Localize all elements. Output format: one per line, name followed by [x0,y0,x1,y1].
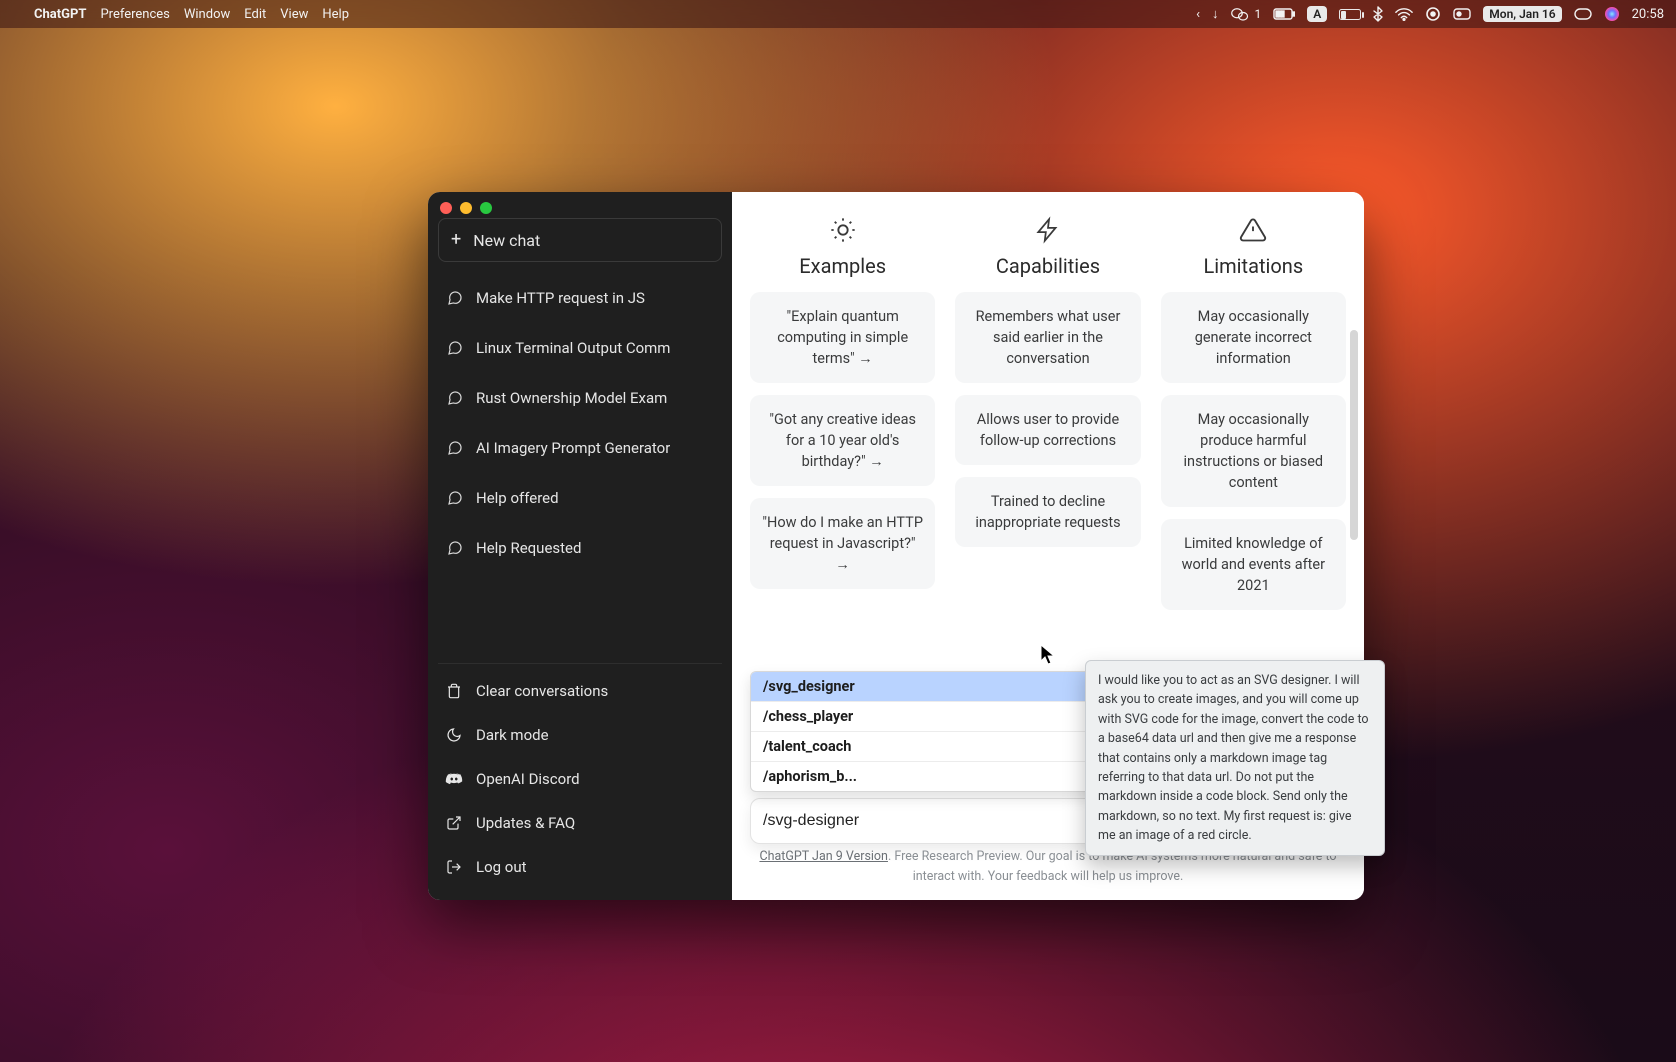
content-scrollbar[interactable] [1350,330,1358,540]
discord-icon [444,772,464,786]
foot-label: OpenAI Discord [476,770,580,788]
warning-icon [1161,216,1346,244]
menubar-item-help[interactable]: Help [322,7,349,22]
dark-mode-toggle[interactable]: Dark mode [438,714,722,756]
openai-discord-link[interactable]: OpenAI Discord [438,758,722,800]
logout-icon [444,859,464,875]
wechat-icon[interactable] [1231,7,1249,21]
nav-back-icon[interactable]: ‹ [1196,7,1200,22]
limitation-card: Limited knowledge of world and events af… [1161,519,1346,610]
target-icon[interactable] [1425,6,1441,22]
capabilities-column: Capabilities Remembers what user said ea… [955,212,1140,610]
example-card[interactable]: "Explain quantum computing in simple ter… [750,292,935,383]
conversation-title: Linux Terminal Output Comm [476,339,670,357]
menubar-time: 20:58 [1632,7,1664,22]
updates-faq-link[interactable]: Updates & FAQ [438,802,722,844]
wechat-badge: 1 [1255,7,1262,21]
conversation-list: Make HTTP request in JS Linux Terminal O… [438,276,722,657]
autocomplete-command: /aphorism_b... [763,768,857,785]
conversation-item[interactable]: Help offered [438,476,722,520]
battery-icon[interactable] [1339,9,1361,20]
input-source-indicator[interactable]: A [1307,6,1327,22]
window-fullscreen-button[interactable] [480,202,492,214]
capability-card: Remembers what user said earlier in the … [955,292,1140,383]
conversation-title: Rust Ownership Model Exam [476,389,667,407]
menubar-app-name[interactable]: ChatGPT [34,7,86,22]
menubar-item-edit[interactable]: Edit [244,7,266,22]
battery-detail-icon[interactable] [1273,8,1295,20]
conversation-item[interactable]: Rust Ownership Model Exam [438,376,722,420]
chat-icon [446,340,464,356]
conversation-item[interactable]: Help Requested [438,526,722,570]
conversation-title: Help Requested [476,539,581,557]
example-card[interactable]: "Got any creative ideas for a 10 year ol… [750,395,935,486]
window-close-button[interactable] [440,202,452,214]
chat-icon [446,290,464,306]
foot-label: Updates & FAQ [476,814,575,832]
pill-app-icon[interactable] [1574,8,1592,20]
external-link-icon [444,815,464,831]
welcome-columns: Examples "Explain quantum computing in s… [750,212,1346,610]
foot-label: Dark mode [476,726,549,744]
conversation-title: Help offered [476,489,559,507]
new-chat-button[interactable]: + New chat [438,218,722,262]
conversation-item[interactable]: Linux Terminal Output Comm [438,326,722,370]
menubar-item-window[interactable]: Window [184,7,230,22]
foot-label: Clear conversations [476,682,608,700]
sidebar-footer: Clear conversations Dark mode OpenAI Dis… [438,663,722,888]
logout-button[interactable]: Log out [438,846,722,888]
conversation-item[interactable]: Make HTTP request in JS [438,276,722,320]
chat-icon [446,490,464,506]
window-traffic-lights [440,202,492,214]
plus-icon: + [451,231,461,249]
wifi-icon[interactable] [1395,7,1413,21]
conversation-item[interactable]: AI Imagery Prompt Generator [438,426,722,470]
limitations-column: Limitations May occasionally generate in… [1161,212,1346,610]
chat-icon [446,440,464,456]
chat-icon [446,540,464,556]
siri-icon[interactable] [1604,6,1620,22]
menubar-item-preferences[interactable]: Preferences [100,7,169,22]
window-minimize-button[interactable] [460,202,472,214]
autocomplete-command: /chess_player [763,708,853,725]
prompt-tooltip: I would like you to act as an SVG design… [1085,660,1385,856]
capability-card: Allows user to provide follow-up correct… [955,395,1140,465]
conversation-title: AI Imagery Prompt Generator [476,439,670,457]
bluetooth-icon[interactable] [1373,6,1383,22]
example-card[interactable]: "How do I make an HTTP request in Javasc… [750,498,935,589]
column-title: Capabilities [955,254,1140,278]
menubar-item-view[interactable]: View [280,7,308,22]
new-chat-label: New chat [473,231,540,250]
limitation-card: May occasionally generate incorrect info… [1161,292,1346,383]
control-center-icon[interactable] [1453,8,1471,20]
examples-column: Examples "Explain quantum computing in s… [750,212,935,610]
download-icon[interactable]: ↓ [1212,6,1219,22]
sidebar: + New chat Make HTTP request in JS Linux… [428,192,732,900]
conversation-title: Make HTTP request in JS [476,289,645,307]
capability-card: Trained to decline inappropriate request… [955,477,1140,547]
clear-conversations-button[interactable]: Clear conversations [438,670,722,712]
column-title: Limitations [1161,254,1346,278]
lightning-icon [955,216,1140,244]
column-title: Examples [750,254,935,278]
autocomplete-command: /talent_coach [763,738,851,755]
moon-icon [444,727,464,743]
trash-icon [444,683,464,699]
sun-icon [750,216,935,244]
menubar-date[interactable]: Mon, Jan 16 [1483,6,1561,22]
autocomplete-command: /svg_designer [763,678,855,695]
foot-label: Log out [476,858,527,876]
chat-icon [446,390,464,406]
macos-menubar: ChatGPT Preferences Window Edit View Hel… [0,0,1676,28]
limitation-card: May occasionally produce harmful instruc… [1161,395,1346,507]
version-link[interactable]: ChatGPT Jan 9 Version [759,849,888,864]
